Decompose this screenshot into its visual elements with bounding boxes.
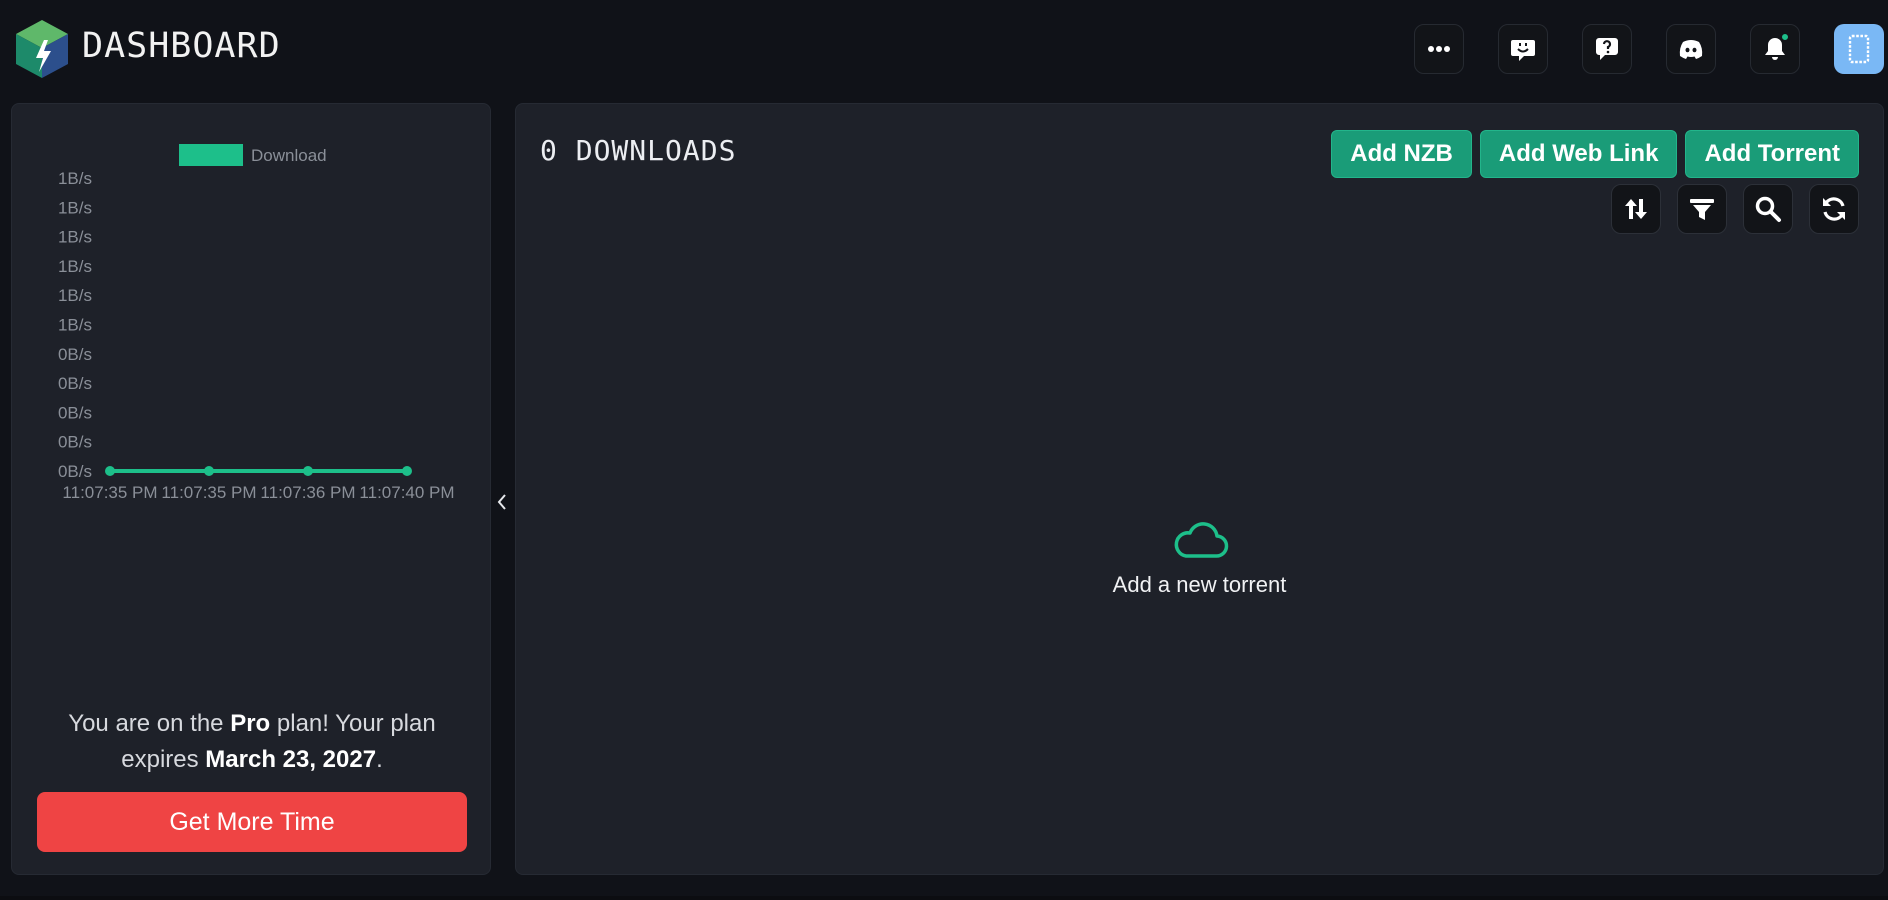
list-tools bbox=[1611, 184, 1859, 234]
more-icon[interactable] bbox=[1414, 24, 1464, 74]
y-tick-label: 1B/s bbox=[58, 198, 92, 217]
sort-icon[interactable] bbox=[1611, 184, 1661, 234]
y-tick-label: 1B/s bbox=[58, 286, 92, 305]
support-icon[interactable] bbox=[1582, 24, 1632, 74]
download-data-point bbox=[402, 466, 412, 476]
chat-icon[interactable] bbox=[1498, 24, 1548, 74]
empty-state-label: Add a new torrent bbox=[1112, 572, 1287, 597]
y-tick-label: 0B/s bbox=[58, 462, 92, 481]
y-tick-label: 0B/s bbox=[58, 374, 92, 393]
search-icon[interactable] bbox=[1743, 184, 1793, 234]
download-speed-chart: Download 1B/s 1B/s 1B/s 1B/s 1B/s 1B/s 0B/s 0B/s… bbox=[58, 144, 455, 502]
x-tick-label: 11:07:35 PM bbox=[161, 483, 256, 502]
legend-swatch bbox=[179, 144, 243, 166]
x-tick-label: 11:07:36 PM bbox=[260, 483, 355, 502]
filter-icon[interactable] bbox=[1677, 184, 1727, 234]
add-web-link-button[interactable]: Add Web Link bbox=[1479, 130, 1678, 178]
x-tick-label: 11:07:35 PM bbox=[62, 483, 157, 502]
y-tick-label: 0B/s bbox=[58, 345, 92, 364]
add-nzb-button[interactable]: Add NZB bbox=[1331, 130, 1472, 178]
user-icon[interactable] bbox=[1834, 24, 1884, 74]
plan-info: You are on the Pro plan! Your plan expir… bbox=[42, 706, 462, 778]
stats-panel: Download 1B/s 1B/s 1B/s 1B/s 1B/s 1B/s 0B/s 0B/s… bbox=[11, 103, 491, 875]
plan-name: Pro bbox=[230, 710, 271, 737]
top-bar: DASHBOARD bbox=[0, 0, 1888, 96]
app-logo[interactable] bbox=[14, 18, 70, 80]
legend-label: Download bbox=[251, 146, 327, 165]
downloads-panel: 0 DOWNLOADS Add NZB Add Web Link Add Tor… bbox=[515, 103, 1884, 875]
get-more-time-button[interactable]: Get More Time bbox=[37, 792, 467, 852]
y-tick-label: 1B/s bbox=[58, 257, 92, 276]
discord-icon[interactable] bbox=[1666, 24, 1716, 74]
add-torrent-button[interactable]: Add Torrent bbox=[1685, 130, 1859, 178]
download-data-point bbox=[105, 466, 115, 476]
refresh-icon[interactable] bbox=[1809, 184, 1859, 234]
plan-expiry-date: March 23, 2027 bbox=[205, 746, 377, 773]
y-tick-label: 0B/s bbox=[58, 403, 92, 422]
notification-dot bbox=[1780, 32, 1790, 42]
empty-state[interactable]: Add a new torrent bbox=[516, 514, 1883, 598]
y-tick-label: 1B/s bbox=[58, 169, 92, 188]
plan-prefix: You are on the bbox=[68, 710, 231, 737]
download-data-point bbox=[204, 466, 214, 476]
y-tick-label: 1B/s bbox=[58, 316, 92, 335]
downloads-count-title: 0 DOWNLOADS bbox=[540, 134, 737, 167]
bell-icon[interactable] bbox=[1750, 24, 1800, 74]
add-actions: Add NZB Add Web Link Add Torrent bbox=[1331, 130, 1859, 178]
y-tick-label: 1B/s bbox=[58, 228, 92, 247]
chevron-left-icon bbox=[497, 494, 506, 510]
plan-suffix: . bbox=[376, 746, 383, 773]
collapse-sidebar-button[interactable] bbox=[494, 490, 510, 514]
bottom-edge bbox=[0, 896, 1888, 900]
cloud-icon bbox=[1174, 522, 1228, 558]
y-tick-label: 0B/s bbox=[58, 433, 92, 452]
x-tick-label: 11:07:40 PM bbox=[359, 483, 454, 502]
download-data-point bbox=[303, 466, 313, 476]
brand-title: DASHBOARD bbox=[82, 26, 281, 66]
header-actions bbox=[1414, 24, 1884, 74]
